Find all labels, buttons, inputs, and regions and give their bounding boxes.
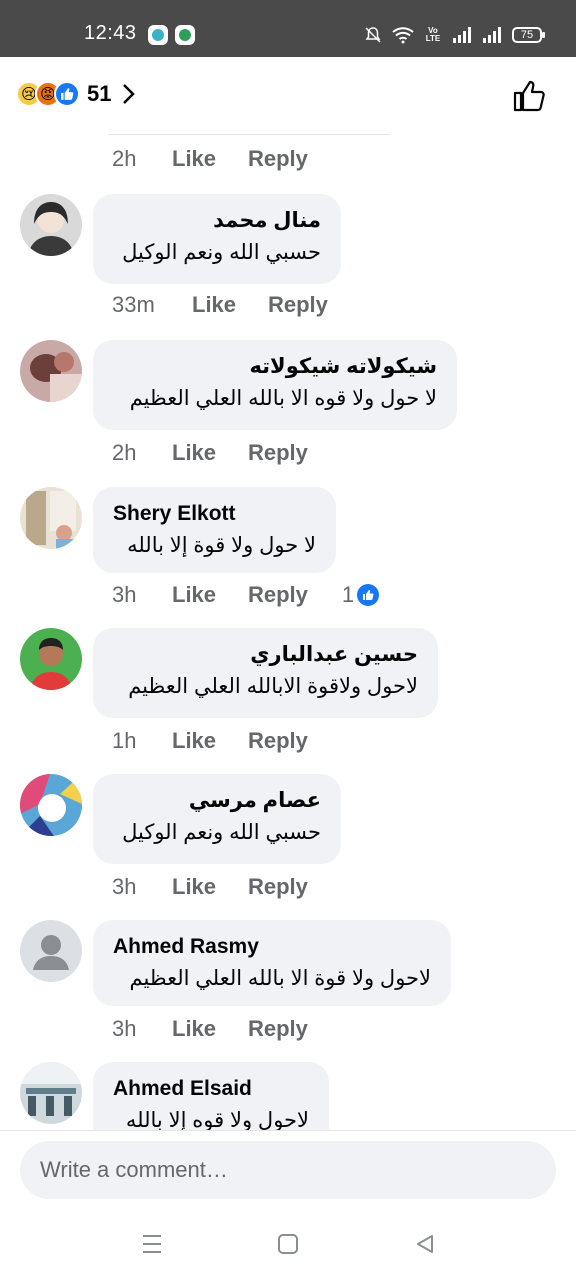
comment-bubble[interactable]: منال محمد حسبي الله ونعم الوكيل (93, 194, 341, 284)
comment-author[interactable]: عصام مرسي (113, 786, 321, 816)
avatar[interactable] (20, 487, 82, 549)
like-button[interactable]: Like (172, 440, 248, 466)
home-icon[interactable] (273, 1229, 303, 1259)
avatar[interactable] (20, 1062, 82, 1124)
default-avatar-icon[interactable] (20, 920, 82, 982)
like-button[interactable]: Like (172, 728, 248, 754)
comment-text: لا حول ولا قوة إلا بالله (127, 534, 316, 557)
comment-time: 1h (112, 728, 137, 753)
signal-icon-2 (483, 27, 501, 43)
comment-bubble[interactable]: Ahmed Elsaid لاحول ولا قوه إلا بالله (93, 1062, 329, 1130)
comment-meta: 2h Like Reply (112, 440, 308, 466)
wifi-icon (392, 27, 414, 44)
comment-text: حسبي الله ونعم الوكيل (122, 821, 321, 844)
comment-time: 3h (112, 874, 137, 899)
comment-composer (0, 1130, 576, 1280)
comment-bubble[interactable]: Shery Elkott لا حول ولا قوة إلا بالله (93, 487, 336, 573)
comment-author[interactable]: شيكولاته شيكولاته (113, 352, 437, 382)
comment-meta: 1h Like Reply (112, 728, 308, 754)
reply-button[interactable]: Reply (248, 874, 308, 900)
back-icon[interactable] (410, 1229, 440, 1259)
comment-bubble[interactable]: شيكولاته شيكولاته لا حول ولا قوه الا بال… (93, 340, 457, 430)
comment-bubble[interactable]: Ahmed Rasmy لاحول ولا قوة الا بالله العل… (93, 920, 451, 1006)
comment-time: 2h (112, 146, 137, 171)
reactions-header: 😢 😡 51 (0, 57, 576, 137)
write-comment-input[interactable] (20, 1141, 556, 1199)
recents-menu-icon[interactable] (137, 1229, 167, 1259)
battery-icon: 75 (512, 27, 545, 43)
comment-meta: 3h Like Reply (112, 1016, 308, 1042)
comment-text: لاحول ولا قوة الا بالله العلي العظيم (129, 967, 431, 990)
comment-meta: 3h Like Reply (112, 874, 308, 900)
comment-author[interactable]: Shery Elkott (113, 499, 316, 529)
avatar[interactable] (20, 628, 82, 690)
reply-button[interactable]: Reply (248, 728, 308, 754)
reactions-summary[interactable]: 😢 😡 51 (16, 81, 136, 107)
mute-bell-icon (365, 27, 381, 43)
comment-author[interactable]: منال محمد (113, 206, 321, 236)
comment-reaction-count[interactable]: 1 (341, 582, 380, 608)
reply-button[interactable]: Reply (248, 146, 308, 172)
comment-meta: 3h Like Reply 1 (112, 582, 380, 608)
comment-author[interactable]: Ahmed Rasmy (113, 932, 431, 962)
like-outline-icon[interactable] (512, 79, 546, 113)
divider (108, 134, 390, 135)
reply-button[interactable]: Reply (248, 1016, 308, 1042)
signal-icon-1 (453, 27, 471, 43)
comment-time: 33m (112, 292, 155, 317)
like-button[interactable]: Like (192, 292, 268, 318)
comment-meta: 2h Like Reply (112, 146, 308, 172)
like-button[interactable]: Like (172, 1016, 248, 1042)
avatar[interactable] (20, 194, 82, 256)
avatar[interactable] (20, 774, 82, 836)
comment-text: لاحول ولاقوة الابالله العلي العظيم (128, 675, 418, 698)
comment-time: 2h (112, 440, 137, 465)
shield-app-icon (175, 25, 195, 45)
comment-text: حسبي الله ونعم الوكيل (122, 241, 321, 264)
comment-author[interactable]: حسين عبدالباري (113, 640, 418, 670)
reply-button[interactable]: Reply (248, 440, 308, 466)
volte-icon: Vo LTE (425, 26, 441, 43)
comment-text: لاحول ولا قوه إلا بالله (125, 1109, 309, 1130)
clock: 12:43 (84, 22, 137, 44)
system-nav-bar (0, 1223, 576, 1271)
like-button[interactable]: Like (172, 874, 248, 900)
comment-bubble[interactable]: حسين عبدالباري لاحول ولاقوة الابالله الع… (93, 628, 438, 718)
chat-app-icon (148, 25, 168, 45)
avatar[interactable] (20, 340, 82, 402)
like-icon (357, 584, 380, 606)
comment-list[interactable]: 2h Like Reply منال محمد حسبي الله ونعم ا… (0, 140, 576, 1130)
reply-button[interactable]: Reply (248, 582, 308, 608)
chevron-right-icon (123, 84, 136, 104)
reply-button[interactable]: Reply (268, 292, 328, 318)
like-button[interactable]: Like (172, 146, 248, 172)
comment-author[interactable]: Ahmed Elsaid (113, 1074, 309, 1104)
reaction-count: 51 (87, 81, 112, 106)
comment-text: لا حول ولا قوه الا بالله العلي العظيم (129, 387, 437, 410)
like-button[interactable]: Like (172, 582, 248, 608)
comment-time: 3h (112, 1016, 137, 1041)
reaction-number: 1 (341, 582, 355, 607)
status-bar: 12:43 Vo LTE 75 (0, 0, 576, 57)
like-icon (54, 81, 80, 107)
comment-meta: 33m Like Reply (112, 292, 328, 318)
comment-bubble[interactable]: عصام مرسي حسبي الله ونعم الوكيل (93, 774, 341, 864)
comment-time: 3h (112, 582, 137, 607)
